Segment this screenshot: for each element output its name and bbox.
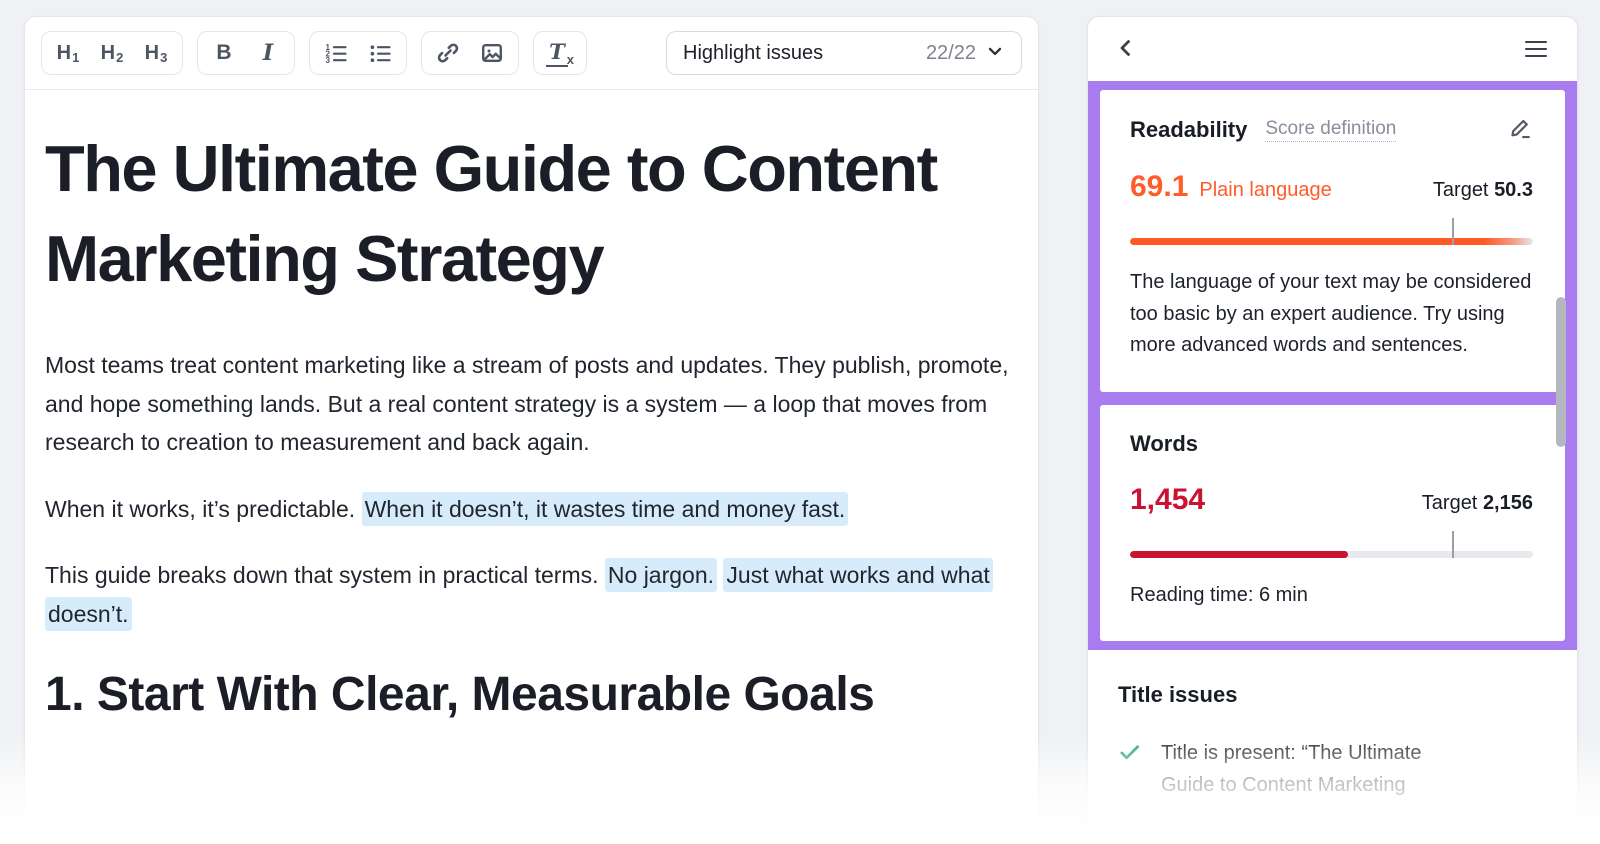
paragraph: When it works, it’s predictable. When it… bbox=[45, 490, 1030, 529]
section-heading-cutoff: 1. Start With Clear, Measurable Goals bbox=[45, 668, 875, 721]
check-icon bbox=[1118, 741, 1141, 801]
clear-format-group: Tx bbox=[533, 31, 587, 75]
hamburger-icon bbox=[1525, 40, 1547, 58]
back-button[interactable] bbox=[1114, 36, 1138, 63]
format-button-group: B I bbox=[197, 31, 295, 75]
highlight-issues-dropdown[interactable]: Highlight issues 22/22 bbox=[666, 31, 1022, 75]
readability-target-tick bbox=[1452, 218, 1455, 245]
insert-button-group bbox=[421, 31, 519, 75]
highlighted-sections-wrapper: Readability Score definition 69.1 Plain … bbox=[1088, 81, 1577, 650]
score-definition-link[interactable]: Score definition bbox=[1265, 118, 1397, 142]
issues-count: 22/22 bbox=[925, 41, 976, 64]
sidebar-scrollbar[interactable] bbox=[1556, 297, 1566, 447]
paragraph: This guide breaks down that system in pr… bbox=[45, 556, 1030, 633]
menu-button[interactable] bbox=[1525, 40, 1547, 58]
ordered-list-button[interactable]: 123 bbox=[315, 35, 357, 71]
words-target: Target 2,156 bbox=[1421, 491, 1533, 514]
h3-button[interactable]: H3 bbox=[135, 35, 177, 71]
words-title: Words bbox=[1130, 430, 1199, 456]
clear-formatting-button[interactable]: Tx bbox=[539, 35, 581, 71]
ordered-list-icon: 123 bbox=[324, 41, 348, 65]
svg-text:3: 3 bbox=[326, 56, 331, 65]
edit-target-button[interactable] bbox=[1508, 116, 1533, 144]
issue-highlight[interactable]: No jargon. bbox=[604, 558, 718, 592]
image-icon bbox=[480, 41, 504, 65]
readability-title: Readability bbox=[1130, 117, 1248, 142]
words-progress-bar bbox=[1130, 530, 1533, 558]
title-issues-heading: Title issues bbox=[1118, 682, 1238, 707]
paragraph: Most teams treat content marketing like … bbox=[45, 352, 1009, 455]
chevron-down-icon bbox=[985, 41, 1005, 66]
readability-target: Target 50.3 bbox=[1432, 179, 1533, 201]
readability-score-label: Plain language bbox=[1199, 179, 1332, 201]
readability-description: The language of your text may be conside… bbox=[1130, 271, 1532, 356]
reading-time: Reading time: 6 min bbox=[1130, 583, 1308, 606]
bold-button[interactable]: B bbox=[203, 35, 245, 71]
pencil-icon bbox=[1508, 116, 1533, 144]
document-editor[interactable]: The Ultimate Guide to Content Marketing … bbox=[25, 90, 1038, 722]
readability-progress-bar bbox=[1130, 218, 1533, 245]
heading-button-group: H1 H2 H3 bbox=[41, 31, 183, 75]
issue-highlight[interactable]: When it doesn’t, it wastes time and mone… bbox=[361, 491, 849, 526]
chevron-left-icon bbox=[1114, 36, 1138, 63]
title-issues-section: Title issues Title is present: “The Ulti… bbox=[1088, 650, 1577, 801]
readability-bar-fill bbox=[1130, 238, 1533, 245]
document-title: The Ultimate Guide to Content Marketing … bbox=[45, 132, 938, 295]
h2-button[interactable]: H2 bbox=[91, 35, 133, 71]
words-count: 1,454 bbox=[1130, 482, 1206, 516]
assistant-sidebar: Readability Score definition 69.1 Plain … bbox=[1087, 16, 1578, 844]
h1-button[interactable]: H1 bbox=[47, 35, 89, 71]
readability-score: 69.1 bbox=[1130, 170, 1189, 203]
issue-text: Title is present: “The Ultimate Guide to … bbox=[1161, 742, 1422, 796]
words-section: Words 1,454 Target 2,156 Reading time: 6… bbox=[1100, 404, 1565, 641]
words-target-tick bbox=[1452, 530, 1455, 558]
image-button[interactable] bbox=[471, 35, 513, 71]
italic-button[interactable]: I bbox=[247, 35, 289, 71]
sidebar-header bbox=[1088, 17, 1577, 81]
editor-toolbar: H1 H2 H3 B I 123 Tx Highlight issues 22/… bbox=[25, 17, 1038, 89]
words-bar-fill bbox=[1130, 550, 1348, 558]
list-button-group: 123 bbox=[309, 31, 407, 75]
editor-panel: H1 H2 H3 B I 123 Tx Highlight issues 22/… bbox=[24, 16, 1039, 844]
bullet-list-icon bbox=[368, 41, 392, 65]
issue-item: Title is present: “The Ultimate Guide to … bbox=[1118, 738, 1545, 801]
readability-section: Readability Score definition 69.1 Plain … bbox=[1100, 90, 1565, 392]
bullet-list-button[interactable] bbox=[359, 35, 401, 71]
link-icon bbox=[436, 41, 460, 65]
highlight-issues-label: Highlight issues bbox=[683, 41, 824, 64]
link-button[interactable] bbox=[427, 35, 469, 71]
